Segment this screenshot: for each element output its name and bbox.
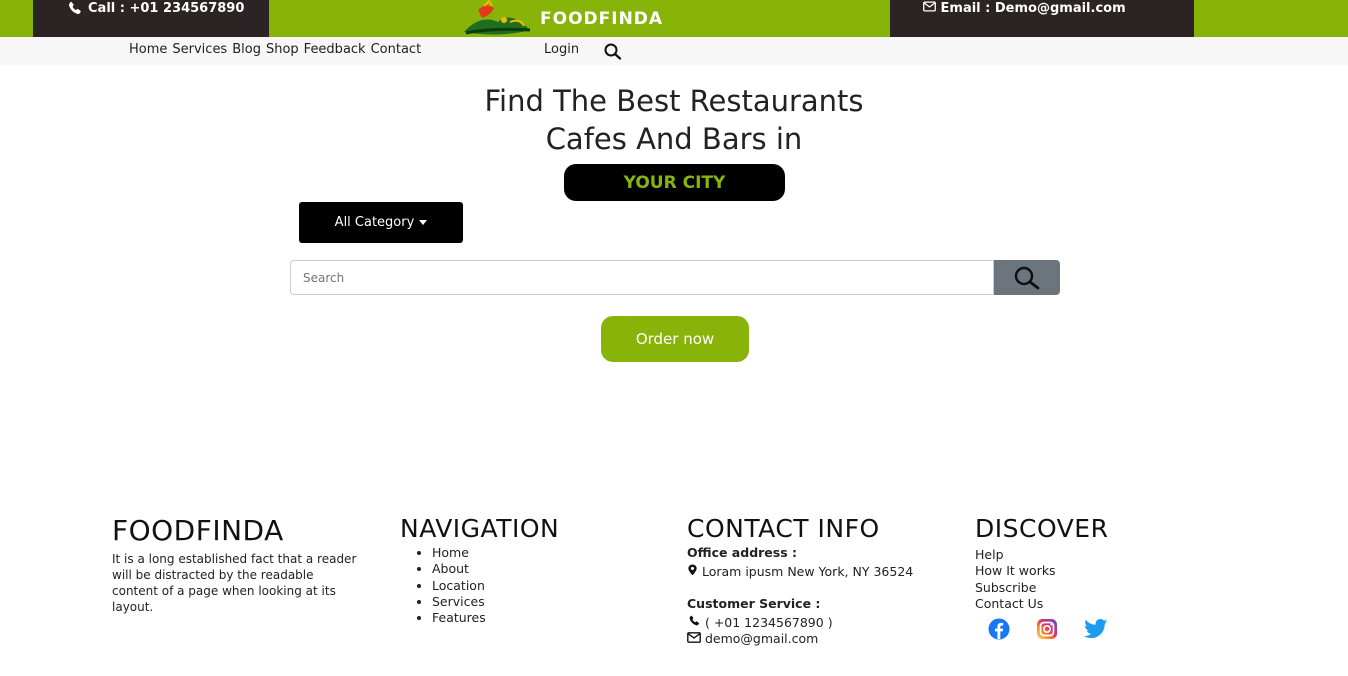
login-link[interactable]: Login xyxy=(544,42,579,57)
customer-phone: ( +01 1234567890 ) xyxy=(687,615,937,631)
footer-contact: CONTACT INFO Office address : Loram ipus… xyxy=(687,514,937,647)
social-links xyxy=(983,618,1195,644)
hero-line-1: Find The Best Restaurants xyxy=(484,84,864,118)
call-text: Call : +01 234567890 xyxy=(88,1,245,16)
envelope-icon xyxy=(923,1,941,16)
footer-discover: DISCOVER Help How It works Subscribe Con… xyxy=(975,514,1195,644)
footer-navigation-list: Home About Location Services Features xyxy=(400,545,630,626)
nav-links: Home Services Blog Shop Feedback Contact xyxy=(129,42,426,57)
phone-icon xyxy=(67,1,82,20)
nav-link-blog[interactable]: Blog xyxy=(232,42,261,57)
top-bar: Call : +01 234567890 FOODFINDA Email : D… xyxy=(0,0,1348,37)
customer-phone-text: ( +01 1234567890 ) xyxy=(704,614,833,630)
footer-brand-text: It is a long established fact that a rea… xyxy=(112,552,357,614)
nav-link-feedback[interactable]: Feedback xyxy=(304,42,366,57)
email-text: Email : Demo@gmail.com xyxy=(940,1,1126,16)
city-badge: YOUR CITY xyxy=(564,164,785,201)
discover-item-help[interactable]: Help xyxy=(975,547,1195,563)
office-address-label: Office address : xyxy=(687,545,798,560)
nav-link-contact[interactable]: Contact xyxy=(371,42,422,57)
search-icon xyxy=(1014,266,1040,289)
search-bar xyxy=(290,260,1060,295)
category-label: All Category xyxy=(334,215,415,230)
facebook-icon[interactable] xyxy=(983,618,1015,644)
logo-icon xyxy=(464,0,531,35)
envelope-icon xyxy=(687,631,701,646)
footer-nav-item-features[interactable]: Features xyxy=(432,610,630,626)
search-icon[interactable] xyxy=(603,43,623,64)
footer-brand: FOODFINDA It is a long established fact … xyxy=(112,514,362,615)
nav-link-home[interactable]: Home xyxy=(129,42,167,57)
category-dropdown[interactable]: All Category xyxy=(299,202,463,243)
nav-link-shop[interactable]: Shop xyxy=(266,42,299,57)
email-box: Email : Demo@gmail.com xyxy=(890,0,1194,37)
call-box: Call : +01 234567890 xyxy=(33,0,269,37)
footer-navigation: NAVIGATION Home About Location Services … xyxy=(400,514,630,626)
footer-nav-item-about[interactable]: About xyxy=(432,561,630,577)
hero-line-2: Cafes And Bars in xyxy=(545,122,803,156)
twitter-icon[interactable] xyxy=(1079,618,1111,644)
office-address: Loram ipusm New York, NY 36524 xyxy=(687,564,917,580)
brand-logo[interactable]: FOODFINDA xyxy=(460,0,663,37)
map-pin-icon xyxy=(687,564,698,579)
footer-brand-title: FOODFINDA xyxy=(112,514,284,547)
search-button[interactable] xyxy=(994,260,1060,295)
footer-discover-title: DISCOVER xyxy=(975,514,1109,543)
customer-email[interactable]: demo@gmail.com xyxy=(687,631,937,647)
footer-nav-item-home[interactable]: Home xyxy=(432,545,630,561)
footer-contact-title: CONTACT INFO xyxy=(687,514,880,543)
order-now-button[interactable]: Order now xyxy=(601,316,749,362)
customer-service-label: Customer Service : xyxy=(687,595,821,611)
discover-item-how-it-works[interactable]: How It works xyxy=(975,563,1195,579)
discover-item-subscribe[interactable]: Subscribe xyxy=(975,580,1195,596)
navbar: Home Services Blog Shop Feedback Contact… xyxy=(0,37,1348,65)
office-address-text: Loram ipusm New York, NY 36524 xyxy=(701,564,914,580)
footer-navigation-title: NAVIGATION xyxy=(400,514,560,543)
caret-down-icon xyxy=(419,220,428,225)
footer-nav-item-services[interactable]: Services xyxy=(432,594,630,610)
discover-item-contact-us[interactable]: Contact Us xyxy=(975,596,1195,612)
phone-icon xyxy=(687,615,701,630)
search-input[interactable] xyxy=(290,260,994,295)
customer-email-text: demo@gmail.com xyxy=(704,631,819,647)
footer-nav-item-location[interactable]: Location xyxy=(432,578,630,594)
brand-name: FOODFINDA xyxy=(540,8,664,29)
instagram-icon[interactable] xyxy=(1031,618,1063,644)
nav-link-services[interactable]: Services xyxy=(172,42,227,57)
hero-heading: Find The Best Restaurants Cafes And Bars… xyxy=(0,82,1348,158)
